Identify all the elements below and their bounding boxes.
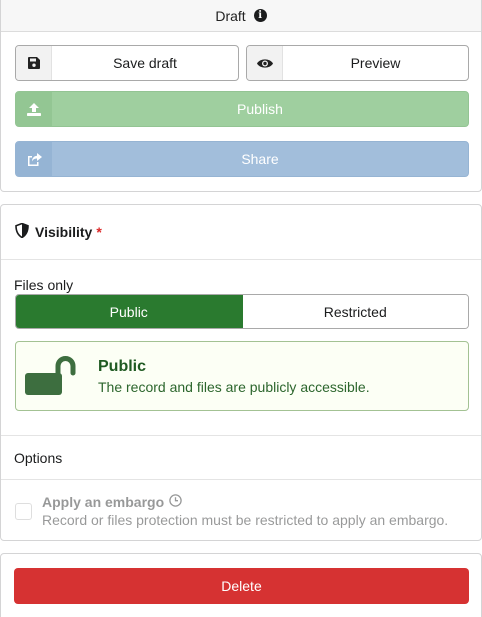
access-toggle-group: Public Restricted xyxy=(15,294,469,329)
save-draft-button[interactable]: Save draft xyxy=(15,45,239,81)
publish-label: Publish xyxy=(237,101,283,117)
public-toggle-button[interactable]: Public xyxy=(16,295,243,328)
publish-button[interactable]: Publish xyxy=(15,91,469,127)
delete-button[interactable]: Delete xyxy=(14,568,469,604)
options-heading: Options xyxy=(1,435,481,480)
shield-icon xyxy=(15,222,29,241)
preview-label: Preview xyxy=(350,55,401,71)
embargo-label: Apply an embargo xyxy=(42,494,165,510)
eye-icon xyxy=(247,46,283,80)
files-only-label: Files only xyxy=(14,277,74,293)
access-message: Public The record and files are publicly… xyxy=(15,341,469,411)
status-header: Draft i xyxy=(1,0,481,32)
visibility-title: Visibility xyxy=(35,224,93,240)
required-marker: * xyxy=(96,224,102,240)
save-draft-label: Save draft xyxy=(113,55,177,71)
restricted-toggle-button[interactable]: Restricted xyxy=(242,295,468,328)
share-square-icon xyxy=(16,142,52,176)
embargo-option: Apply an embargo Record or files protect… xyxy=(15,494,475,534)
unlock-icon xyxy=(16,341,98,411)
access-message-description: The record and files are publicly access… xyxy=(98,378,370,395)
info-icon[interactable]: i xyxy=(253,9,267,22)
floppy-disk-icon xyxy=(16,46,52,80)
visibility-card: Visibility * Files only Public Restricte… xyxy=(0,204,482,541)
embargo-checkbox[interactable] xyxy=(15,503,32,520)
share-label: Share xyxy=(241,151,279,167)
preview-button[interactable]: Preview xyxy=(246,45,469,81)
clock-icon xyxy=(169,494,182,510)
access-message-title: Public xyxy=(98,357,147,375)
visibility-header: Visibility * xyxy=(1,205,481,260)
upload-icon xyxy=(16,92,52,126)
deposit-actions-card: Draft i Save draft Preview Publish Share xyxy=(0,0,482,192)
status-label: Draft xyxy=(215,7,246,24)
embargo-label-wrap: Apply an embargo xyxy=(42,494,182,510)
share-button[interactable]: Share xyxy=(15,141,469,177)
embargo-help-text: Record or files protection must be restr… xyxy=(42,512,449,528)
delete-card: Delete xyxy=(0,553,482,617)
